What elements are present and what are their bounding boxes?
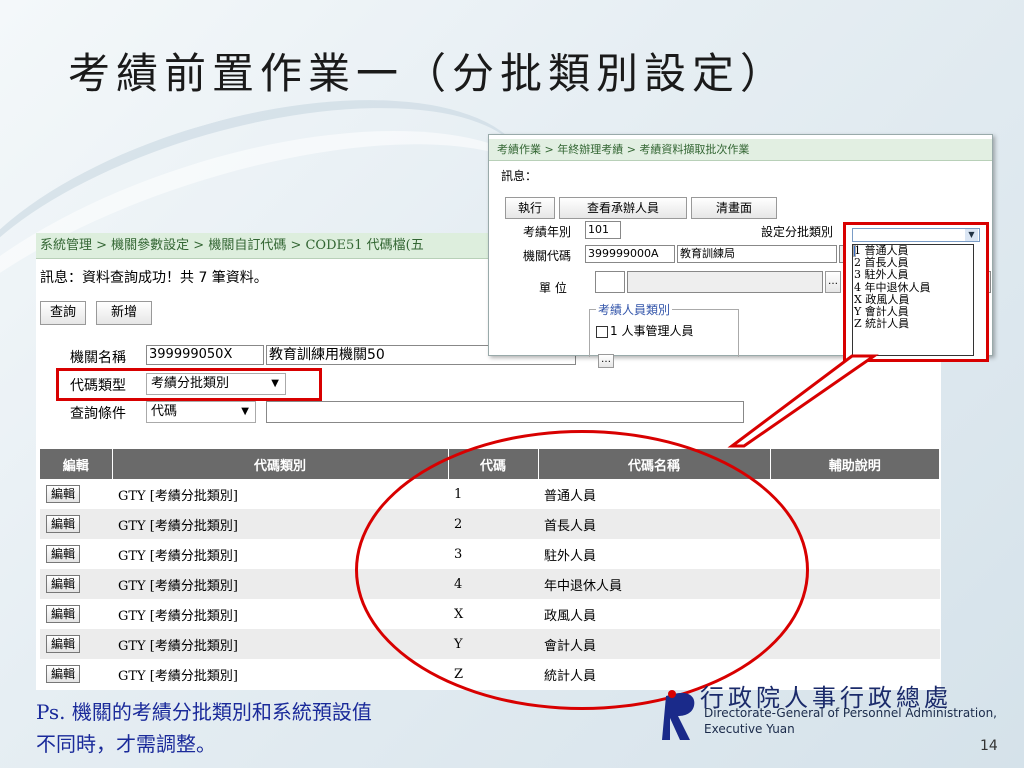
footnote: Ps. 機關的考績分批類別和系統預設值 不同時，才需調整。: [36, 696, 372, 760]
logo-english-line-1: Directorate-General of Personnel Adminis…: [704, 706, 997, 720]
logo-english-line-2: Executive Yuan: [704, 722, 795, 736]
footnote-line-2: 不同時，才需調整。: [36, 732, 216, 756]
organization-logo: 行政院人事行政總處 Directorate-General of Personn…: [660, 684, 1020, 744]
page-number: 14: [980, 738, 998, 754]
callout-pointer: [727, 354, 879, 448]
logo-mark-icon: [662, 690, 695, 740]
footnote-line-1: Ps. 機關的考績分批類別和系統預設值: [36, 700, 372, 724]
callout-arrow: [727, 354, 879, 448]
